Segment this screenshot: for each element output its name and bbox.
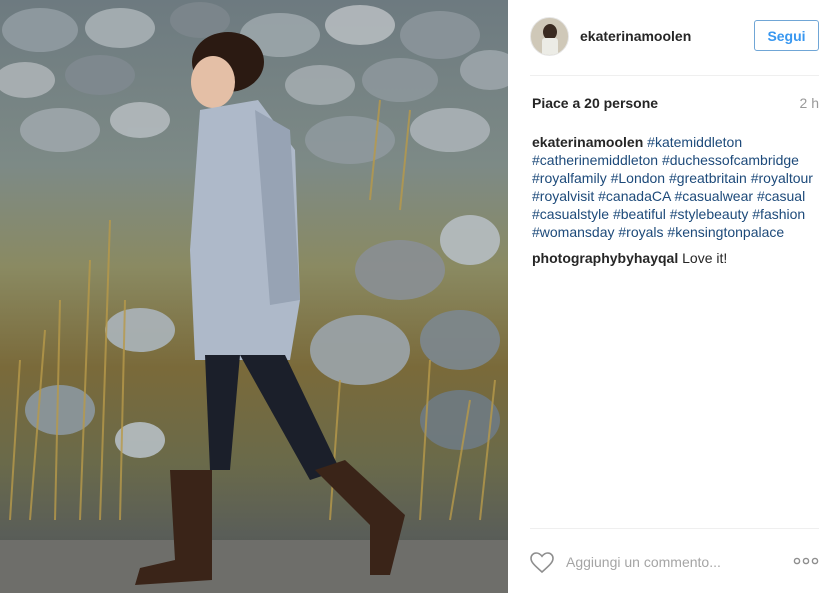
post-photo-illustration bbox=[0, 2, 508, 593]
footer-divider bbox=[530, 528, 819, 529]
header-divider bbox=[530, 75, 819, 76]
follow-button[interactable]: Segui bbox=[754, 20, 819, 51]
avatar[interactable] bbox=[530, 17, 569, 56]
hashtag-link[interactable]: #royalfamily bbox=[532, 170, 607, 186]
hashtag-link[interactable]: #casual bbox=[757, 188, 805, 204]
comment-text: Love it! bbox=[682, 250, 728, 266]
hashtag-link[interactable]: #London bbox=[611, 170, 666, 186]
hashtag-link[interactable]: #katemiddleton bbox=[647, 134, 742, 150]
add-comment-input[interactable]: Aggiungi un commento... bbox=[566, 554, 721, 570]
likes-row: Piace a 20 persone 2 h bbox=[532, 95, 819, 115]
post-footer: Aggiungi un commento... bbox=[530, 545, 819, 581]
hashtag-link[interactable]: #catherinemiddleton bbox=[532, 152, 658, 168]
comment-author[interactable]: photographybyhayqal bbox=[532, 250, 678, 266]
avatar-icon bbox=[531, 18, 568, 55]
hashtag-link[interactable]: #royalvisit bbox=[532, 188, 594, 204]
hashtag-link[interactable]: #fashion bbox=[752, 206, 805, 222]
post-header: ekaterinamoolen Segui bbox=[530, 17, 819, 57]
hashtag-link[interactable]: #casualstyle bbox=[532, 206, 609, 222]
caption: ekaterinamoolen #katemiddleton #catherin… bbox=[532, 133, 819, 241]
hashtag-link[interactable]: #duchessofcambridge bbox=[662, 152, 799, 168]
username-link[interactable]: ekaterinamoolen bbox=[580, 28, 691, 44]
caption-author[interactable]: ekaterinamoolen bbox=[532, 134, 643, 150]
post-photo[interactable] bbox=[0, 0, 508, 593]
hashtag-link[interactable]: #beatiful bbox=[613, 206, 666, 222]
hashtag-link[interactable]: #womansday bbox=[532, 224, 615, 240]
ellipsis-icon[interactable] bbox=[793, 556, 819, 566]
hashtag-link[interactable]: #royaltour bbox=[751, 170, 813, 186]
likes-count[interactable]: Piace a 20 persone bbox=[532, 95, 658, 111]
hashtag-link[interactable]: #royals bbox=[618, 224, 663, 240]
comments-list: ekaterinamoolen #katemiddleton #catherin… bbox=[532, 133, 819, 275]
hashtag-link[interactable]: #greatbritain bbox=[669, 170, 747, 186]
hashtag-link[interactable]: #kensingtonpalace bbox=[667, 224, 784, 240]
post-timestamp[interactable]: 2 h bbox=[800, 95, 819, 111]
hashtag-link[interactable]: #casualwear bbox=[674, 188, 753, 204]
post-side-panel: ekaterinamoolen Segui Piace a 20 persone… bbox=[508, 0, 819, 593]
hashtag-link[interactable]: #canadaCA bbox=[598, 188, 670, 204]
heart-icon[interactable] bbox=[530, 552, 554, 574]
comment-item: photographybyhayqal Love it! bbox=[532, 249, 819, 267]
hashtag-link[interactable]: #stylebeauty bbox=[670, 206, 749, 222]
